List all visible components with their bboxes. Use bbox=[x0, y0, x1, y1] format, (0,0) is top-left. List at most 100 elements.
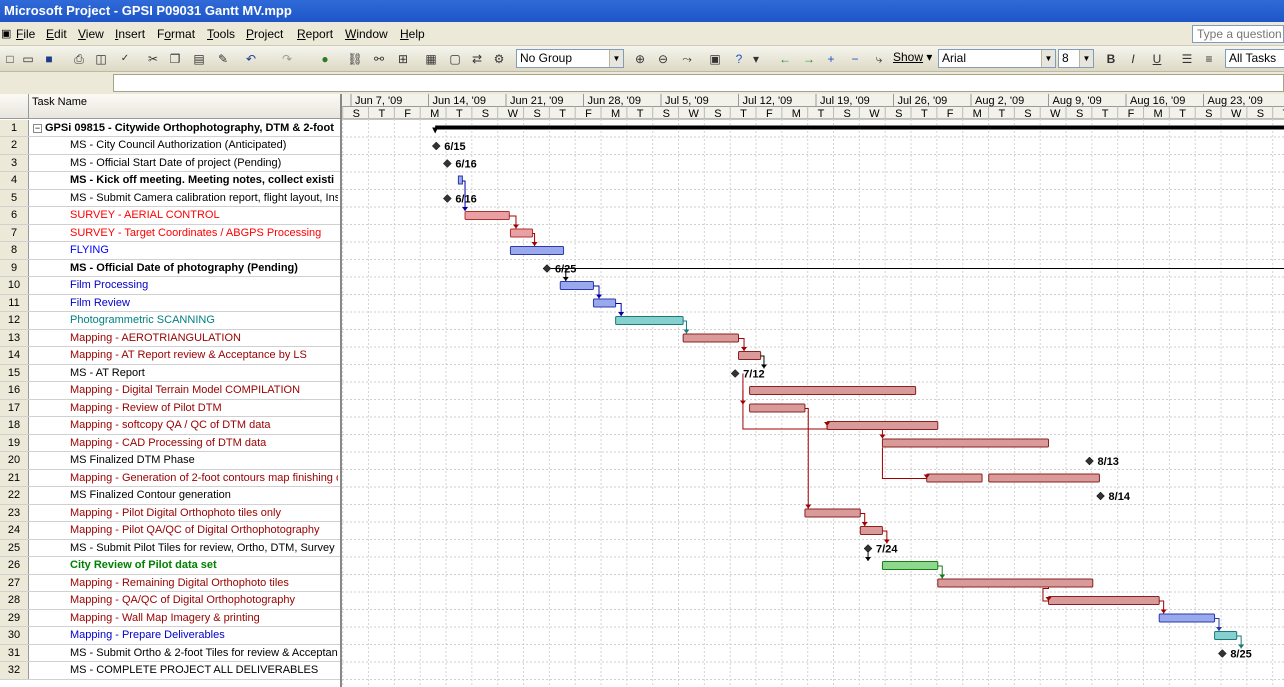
task-name-header[interactable]: Task Name bbox=[32, 94, 87, 110]
outline-icon[interactable]: ⤷ bbox=[870, 50, 888, 68]
help-icon[interactable]: ? bbox=[730, 50, 748, 68]
task-name[interactable]: Film Processing bbox=[70, 277, 338, 294]
task-row[interactable]: 7 SURVEY - Target Coordinates / ABGPS Pro… bbox=[0, 224, 340, 242]
row-id[interactable]: 17 bbox=[0, 399, 29, 416]
show-menu[interactable]: Show ▾ bbox=[890, 49, 932, 68]
row-id[interactable]: 31 bbox=[0, 644, 29, 661]
task-row[interactable]: 27 Mapping - Remaining Digital Orthophoto… bbox=[0, 574, 340, 592]
task-row[interactable]: 23 Mapping - Pilot Digital Orthophoto til… bbox=[0, 504, 340, 522]
task-row[interactable]: 31 MS - Submit Ortho & 2-foot Tiles for r… bbox=[0, 644, 340, 662]
insert-hyperlink-icon[interactable]: ● bbox=[316, 50, 334, 68]
row-id[interactable]: 24 bbox=[0, 522, 29, 539]
row-id[interactable]: 20 bbox=[0, 452, 29, 469]
zoom-in-icon[interactable]: ⊕ bbox=[631, 50, 649, 68]
task-name[interactable]: Mapping - Digital Terrain Model COMPILAT… bbox=[70, 382, 338, 399]
chevron-down-icon[interactable]: ▼ bbox=[609, 50, 623, 67]
row-id[interactable]: 10 bbox=[0, 277, 29, 294]
row-id[interactable]: 27 bbox=[0, 574, 29, 591]
chevron-down-icon[interactable]: ▼ bbox=[1041, 50, 1055, 67]
task-row[interactable]: 11 Film Review bbox=[0, 294, 340, 312]
menu-file[interactable]: File bbox=[16, 22, 35, 46]
task-name[interactable]: GPSi 09815 - Citywide Orthophotography, … bbox=[45, 120, 338, 137]
task-row[interactable]: 26 City Review of Pilot data set bbox=[0, 557, 340, 575]
menu-help[interactable]: Help bbox=[400, 22, 425, 46]
undo-icon[interactable]: ↶ bbox=[242, 50, 260, 68]
indent-left-icon[interactable]: ← bbox=[776, 50, 794, 68]
spelling-icon[interactable]: ✓ bbox=[116, 50, 134, 68]
task-name[interactable]: MS - Submit Camera calibration report, f… bbox=[70, 190, 338, 207]
task-row[interactable]: 2 MS - City Council Authorization (Antici… bbox=[0, 137, 340, 155]
group-select[interactable]: No Group ▼ bbox=[516, 49, 624, 68]
row-id[interactable]: 9 bbox=[0, 259, 29, 276]
row-id[interactable]: 23 bbox=[0, 504, 29, 521]
task-name[interactable]: Mapping - AT Report review & Acceptance … bbox=[70, 347, 338, 364]
task-info-icon[interactable]: ▦ bbox=[422, 50, 440, 68]
copy-icon[interactable]: ❐ bbox=[166, 50, 184, 68]
task-name[interactable]: MS - Kick off meeting. Meeting notes, co… bbox=[70, 172, 338, 189]
save-icon[interactable]: ■ bbox=[40, 50, 58, 68]
print-icon[interactable]: ⎙ bbox=[70, 50, 88, 68]
task-name[interactable]: MS Finalized Contour generation bbox=[70, 487, 338, 504]
open-icon[interactable]: ▭ bbox=[19, 50, 37, 68]
row-id[interactable]: 25 bbox=[0, 539, 29, 556]
row-id[interactable]: 18 bbox=[0, 417, 29, 434]
row-id[interactable]: 4 bbox=[0, 172, 29, 189]
entry-field[interactable] bbox=[113, 74, 1284, 92]
hide-subtasks-icon[interactable]: − bbox=[846, 50, 864, 68]
row-id[interactable]: 11 bbox=[0, 294, 29, 311]
task-name[interactable]: Mapping - Pilot QA/QC of Digital Orthoph… bbox=[70, 522, 338, 539]
menu-report[interactable]: Report bbox=[297, 22, 333, 46]
cut-icon[interactable]: ✂ bbox=[144, 50, 162, 68]
copy-picture-icon[interactable]: ▣ bbox=[706, 50, 724, 68]
row-id[interactable]: 6 bbox=[0, 207, 29, 224]
goto-task-icon[interactable]: ⤳ bbox=[678, 50, 696, 68]
task-name[interactable]: MS - Submit Ortho & 2-foot Tiles for rev… bbox=[70, 645, 338, 662]
task-row[interactable]: 12 Photogrammetric SCANNING bbox=[0, 312, 340, 330]
task-name[interactable]: SURVEY - AERIAL CONTROL bbox=[70, 207, 338, 224]
format-painter-icon[interactable]: ✎ bbox=[214, 50, 232, 68]
task-name[interactable]: Mapping - Prepare Deliverables bbox=[70, 627, 338, 644]
publish-icon[interactable]: ⚙ bbox=[490, 50, 508, 68]
task-name[interactable]: MS - City Council Authorization (Anticip… bbox=[70, 137, 338, 154]
row-id[interactable]: 12 bbox=[0, 312, 29, 329]
task-row[interactable]: 16 Mapping - Digital Terrain Model COMPIL… bbox=[0, 382, 340, 400]
menu-tools[interactable]: Tools bbox=[207, 22, 235, 46]
task-name[interactable]: MS - COMPLETE PROJECT ALL DELIVERABLES bbox=[70, 662, 338, 679]
task-name[interactable]: MS - AT Report bbox=[70, 365, 338, 382]
paste-icon[interactable]: ▤ bbox=[190, 50, 208, 68]
font-size-select[interactable]: 8 ▼ bbox=[1058, 49, 1094, 68]
task-name[interactable]: Mapping - softcopy QA / QC of DTM data bbox=[70, 417, 338, 434]
row-id[interactable]: 32 bbox=[0, 662, 29, 679]
task-name[interactable]: FLYING bbox=[70, 242, 338, 259]
link-tasks-icon[interactable]: ⛓ bbox=[346, 50, 364, 68]
row-id[interactable]: 19 bbox=[0, 434, 29, 451]
task-row[interactable]: 10 Film Processing bbox=[0, 277, 340, 295]
assign-resources-icon[interactable]: ⇄ bbox=[468, 50, 486, 68]
task-row[interactable]: 15 MS - AT Report bbox=[0, 364, 340, 382]
task-row[interactable]: 28 Mapping - QA/QC of Digital Orthophotog… bbox=[0, 592, 340, 610]
task-name[interactable]: Mapping - Review of Pilot DTM bbox=[70, 400, 338, 417]
row-id[interactable]: 1 bbox=[0, 119, 29, 136]
ask-question-input[interactable]: Type a question f bbox=[1192, 25, 1284, 43]
row-id[interactable]: 26 bbox=[0, 557, 29, 574]
align-center-icon[interactable]: ≡ bbox=[1200, 50, 1218, 68]
task-name[interactable]: Mapping - AEROTRIANGULATION bbox=[70, 330, 338, 347]
task-name[interactable]: Mapping - Remaining Digital Orthophoto t… bbox=[70, 575, 338, 592]
task-name[interactable]: MS - Official Start Date of project (Pen… bbox=[70, 155, 338, 172]
task-name[interactable]: Mapping - CAD Processing of DTM data bbox=[70, 435, 338, 452]
underline-icon[interactable]: U bbox=[1148, 50, 1166, 68]
toolbar-options-icon[interactable]: ▾ bbox=[751, 50, 761, 68]
task-row[interactable]: 5 MS - Submit Camera calibration report, … bbox=[0, 189, 340, 207]
split-task-icon[interactable]: ⊞ bbox=[394, 50, 412, 68]
task-row[interactable]: 14 Mapping - AT Report review & Acceptanc… bbox=[0, 347, 340, 365]
task-row[interactable]: 3 MS - Official Start Date of project (Pe… bbox=[0, 154, 340, 172]
task-row[interactable]: 32 MS - COMPLETE PROJECT ALL DELIVERABLES bbox=[0, 662, 340, 680]
font-select[interactable]: Arial ▼ bbox=[938, 49, 1056, 68]
row-id[interactable]: 30 bbox=[0, 627, 29, 644]
task-name[interactable]: Mapping - Wall Map Imagery & printing bbox=[70, 610, 338, 627]
row-id[interactable]: 8 bbox=[0, 242, 29, 259]
task-name[interactable]: MS Finalized DTM Phase bbox=[70, 452, 338, 469]
row-id[interactable]: 7 bbox=[0, 224, 29, 241]
task-row[interactable]: 25 MS - Submit Pilot Tiles for review, Or… bbox=[0, 539, 340, 557]
row-id[interactable]: 29 bbox=[0, 609, 29, 626]
